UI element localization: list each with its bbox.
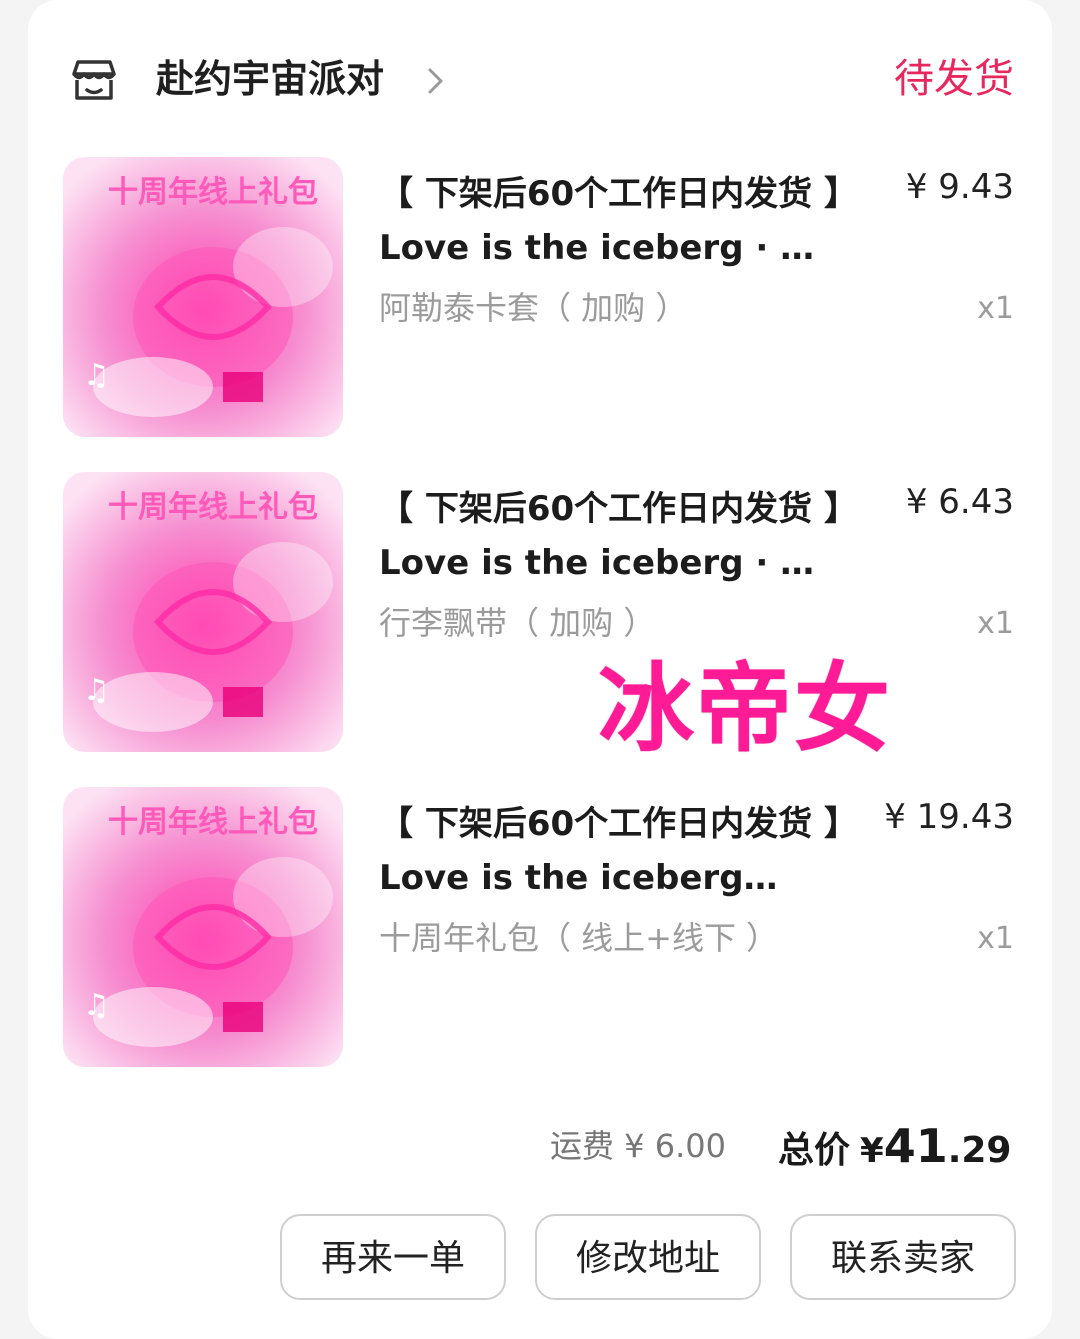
product-quantity: x1 (977, 921, 1014, 956)
order-item[interactable]: 十周年线上礼包 ♫ 【 下架后60个工作日内发货 】Love is the ic… (63, 157, 1014, 437)
product-variant: 行李飘带（ 加购 ） (379, 604, 656, 642)
music-note-icon: ♫ (83, 988, 110, 1023)
product-title[interactable]: 【 下架后60个工作日内发货 】Love is the iceberg… (379, 797, 849, 905)
order-header: 赴约宇宙派对 待发货 (68, 40, 1014, 120)
music-note-icon: ♫ (83, 358, 110, 393)
reorder-button[interactable]: 再来一单 (280, 1214, 506, 1300)
product-title[interactable]: 【 下架后60个工作日内发货 】Love is the iceberg · … (379, 482, 849, 590)
product-thumbnail[interactable]: 十周年线上礼包 ♫ (63, 157, 343, 437)
product-title[interactable]: 【 下架后60个工作日内发货 】Love is the iceberg · … (379, 167, 849, 275)
product-variant: 阿勒泰卡套（ 加购 ） (379, 289, 688, 327)
total-decimal: .29 (947, 1130, 1012, 1171)
order-summary: 运费 ¥ 6.00 总价 ¥41.29 (0, 1118, 1080, 1178)
thumbnail-caption: 十周年线上礼包 (108, 805, 318, 840)
chevron-right-icon[interactable] (424, 64, 448, 98)
store-icon (72, 60, 116, 100)
contact-seller-button[interactable]: 联系卖家 (790, 1214, 1016, 1300)
product-price: ¥ 19.43 (884, 797, 1014, 837)
total-price: 总价 ¥41.29 (778, 1118, 1011, 1185)
thumbnail-caption: 十周年线上礼包 (108, 490, 318, 525)
total-integer: 41 (883, 1119, 948, 1173)
product-price: ¥ 9.43 (905, 167, 1014, 207)
order-status: 待发货 (894, 56, 1014, 102)
order-item[interactable]: 十周年线上礼包 ♫ 【 下架后60个工作日内发货 】Love is the ic… (63, 787, 1014, 1067)
product-thumbnail[interactable]: 十周年线上礼包 ♫ (63, 472, 343, 752)
product-price: ¥ 6.43 (905, 482, 1014, 522)
product-thumbnail[interactable]: 十周年线上礼包 ♫ (63, 787, 343, 1067)
sticker-overlay: 冰帝女 (598, 653, 892, 765)
currency-symbol: ¥ (860, 1131, 884, 1171)
shop-name[interactable]: 赴约宇宙派对 (156, 56, 384, 102)
music-note-icon: ♫ (83, 673, 110, 708)
product-variant: 十周年礼包（ 线上+线下 ） (379, 919, 779, 957)
thumbnail-caption: 十周年线上礼包 (108, 175, 318, 210)
edit-address-button[interactable]: 修改地址 (535, 1214, 761, 1300)
product-quantity: x1 (977, 606, 1014, 641)
shipping-fee: 运费 ¥ 6.00 (550, 1127, 726, 1165)
total-label: 总价 (778, 1130, 851, 1171)
product-quantity: x1 (977, 291, 1014, 326)
